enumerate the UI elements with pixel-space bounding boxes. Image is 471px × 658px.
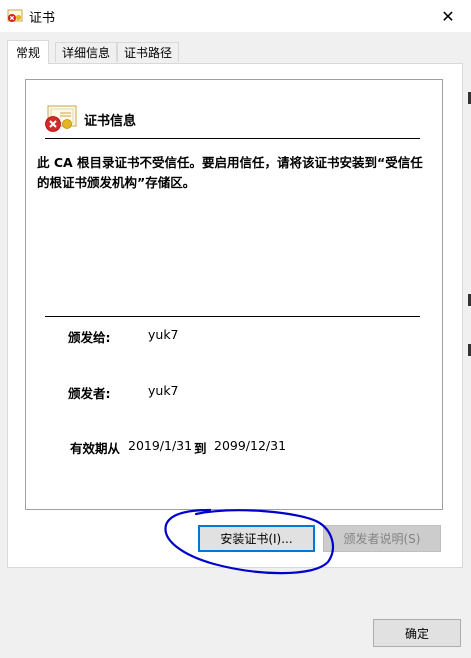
- trust-warning-message: 此 CA 根目录证书不受信任。要启用信任，请将该证书安装到“受信任的根证书颁发机…: [37, 155, 423, 190]
- tab-certification-path-label: 证书路径: [123, 46, 172, 60]
- tab-general[interactable]: 常规: [7, 40, 49, 64]
- ok-label: 确定: [404, 626, 429, 641]
- window-title: 证书: [29, 11, 56, 26]
- certificate-info-title: 证书信息: [84, 114, 137, 129]
- title-bar: 证书 ✕: [0, 0, 471, 32]
- close-button[interactable]: ✕: [425, 0, 471, 32]
- close-icon: ✕: [441, 6, 455, 26]
- valid-to-value: 2099/12/31: [214, 438, 287, 453]
- certificate-error-icon: [45, 105, 77, 132]
- details-divider: [45, 316, 420, 317]
- valid-from-value: 2019/1/31: [128, 438, 193, 453]
- valid-to-label: 到: [194, 441, 207, 456]
- validity-label: 有效期从: [70, 441, 121, 456]
- certificate-warning-icon: [7, 9, 23, 22]
- install-certificate-button[interactable]: 安装证书(I)...: [198, 525, 315, 552]
- issuer-statement-label: 颁发者说明(S): [343, 532, 421, 546]
- tab-details-label: 详细信息: [61, 46, 110, 60]
- issued-to-value: yuk7: [148, 327, 179, 342]
- issuer-statement-button: 颁发者说明(S): [323, 525, 441, 552]
- tab-certification-path[interactable]: 证书路径: [117, 42, 179, 62]
- ok-button[interactable]: 确定: [373, 619, 461, 647]
- install-certificate-label: 安装证书(I)...: [220, 532, 293, 546]
- issued-by-label: 颁发者:: [68, 386, 111, 401]
- window-edge: [468, 92, 471, 356]
- title-divider: [45, 138, 420, 139]
- issued-by-value: yuk7: [148, 383, 179, 398]
- issued-to-label: 颁发给:: [68, 330, 111, 345]
- tab-details[interactable]: 详细信息: [55, 42, 117, 62]
- tab-general-label: 常规: [15, 46, 40, 60]
